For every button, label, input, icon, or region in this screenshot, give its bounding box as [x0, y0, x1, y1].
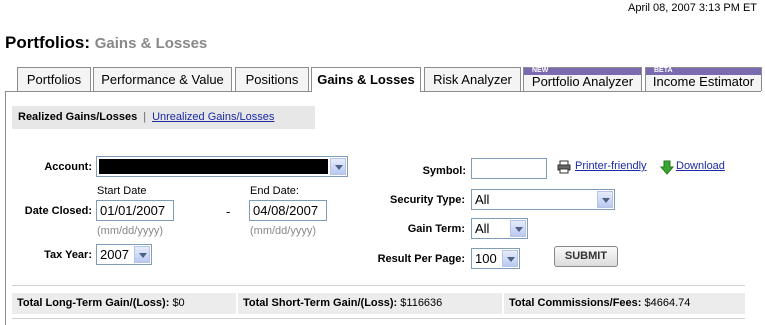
commissions-label: Total Commissions/Fees:: [509, 297, 642, 309]
divider: [12, 318, 745, 319]
tax-year-label: Tax Year:: [44, 249, 92, 261]
chevron-down-icon: [330, 158, 346, 175]
tab-label: Portfolio Analyzer: [531, 74, 634, 89]
timestamp: April 08, 2007 3:13 PM ET: [627, 2, 757, 14]
badge-label: BETA: [654, 67, 673, 74]
symbol-input[interactable]: [471, 158, 547, 179]
totals-bar: Total Long-Term Gain/(Loss): $0 Total Sh…: [12, 293, 745, 314]
date-closed-label: Date Closed:: [24, 205, 92, 217]
tab-portfolios[interactable]: Portfolios: [17, 67, 91, 91]
download-arrow-icon[interactable]: [659, 160, 675, 175]
result-per-page-value: 100: [475, 251, 497, 266]
tab-label: Portfolios: [26, 72, 82, 87]
page-title-main: Portfolios:: [5, 33, 90, 52]
tab-performance-value[interactable]: Performance & Value: [93, 67, 232, 91]
security-type-value: All: [475, 192, 490, 207]
submit-button[interactable]: SUBMIT: [554, 246, 618, 267]
divider: [12, 285, 745, 286]
tab-label: Income Estimator: [652, 74, 755, 89]
security-type-label: Security Type:: [390, 194, 465, 206]
account-select[interactable]: [96, 156, 348, 177]
short-term-total: Total Short-Term Gain/(Loss): $116636: [238, 293, 502, 314]
end-date-hint: (mm/dd/yyyy): [250, 225, 316, 237]
long-term-label: Total Long-Term Gain/(Loss):: [17, 297, 170, 309]
result-per-page-select[interactable]: 100: [471, 248, 520, 269]
tab-positions[interactable]: Positions: [235, 67, 309, 91]
chevron-down-icon: [597, 191, 613, 208]
symbol-label: Symbol:: [422, 165, 466, 177]
start-date-label: Start Date: [97, 185, 147, 197]
commissions-value: $4664.74: [644, 297, 691, 309]
tab-portfolio-analyzer[interactable]: NEW Portfolio Analyzer: [523, 67, 642, 91]
tax-year-value: 2007: [100, 247, 129, 262]
new-badge: NEW: [524, 67, 641, 75]
date-range-dash: -: [226, 204, 231, 219]
subnav: Realized Gains/Losses | Unrealized Gains/L…: [12, 106, 315, 129]
long-term-total: Total Long-Term Gain/(Loss): $0: [12, 293, 236, 314]
start-date-hint: (mm/dd/yyyy): [97, 225, 163, 237]
tax-year-select[interactable]: 2007: [96, 244, 152, 265]
page-title-section: Gains & Losses: [94, 35, 208, 52]
unrealized-link[interactable]: Unrealized Gains/Losses: [152, 111, 274, 123]
end-date-label: End Date:: [250, 185, 299, 197]
redacted-account: [99, 159, 328, 174]
short-term-label: Total Short-Term Gain/(Loss):: [243, 297, 398, 309]
tab-gains-losses[interactable]: Gains & Losses: [311, 67, 421, 92]
tab-label: Gains & Losses: [317, 72, 415, 87]
subnav-separator: |: [143, 111, 147, 123]
download-link[interactable]: Download: [676, 160, 725, 172]
chevron-down-icon: [502, 250, 518, 267]
tab-label: Performance & Value: [101, 72, 224, 87]
commissions-total: Total Commissions/Fees: $4664.74: [504, 293, 745, 314]
short-term-value: $116636: [400, 297, 443, 309]
printer-icon[interactable]: [557, 160, 571, 174]
chevron-down-icon: [134, 246, 150, 263]
gain-term-select[interactable]: All: [471, 218, 528, 239]
tab-income-estimator[interactable]: BETA Income Estimator: [645, 67, 762, 91]
badge-label: NEW: [532, 67, 549, 74]
end-date-input[interactable]: 04/08/2007: [249, 200, 327, 221]
page-title: Portfolios: Gains & Losses: [5, 33, 207, 53]
beta-badge: BETA: [646, 67, 761, 75]
tab-label: Positions: [245, 72, 299, 87]
account-label: Account:: [44, 161, 92, 173]
result-per-page-label: Result Per Page:: [377, 253, 465, 265]
start-date-input[interactable]: 01/01/2007: [96, 200, 174, 221]
tab-label: Risk Analyzer: [433, 72, 512, 87]
gain-term-label: Gain Term:: [407, 223, 465, 235]
chevron-down-icon: [510, 220, 526, 237]
tab-risk-analyzer[interactable]: Risk Analyzer: [424, 67, 521, 91]
printer-friendly-link[interactable]: Printer-friendly: [575, 160, 647, 172]
long-term-value: $0: [172, 297, 185, 309]
gain-term-value: All: [475, 221, 490, 236]
subnav-current: Realized Gains/Losses: [18, 111, 138, 123]
security-type-select[interactable]: All: [471, 189, 615, 210]
